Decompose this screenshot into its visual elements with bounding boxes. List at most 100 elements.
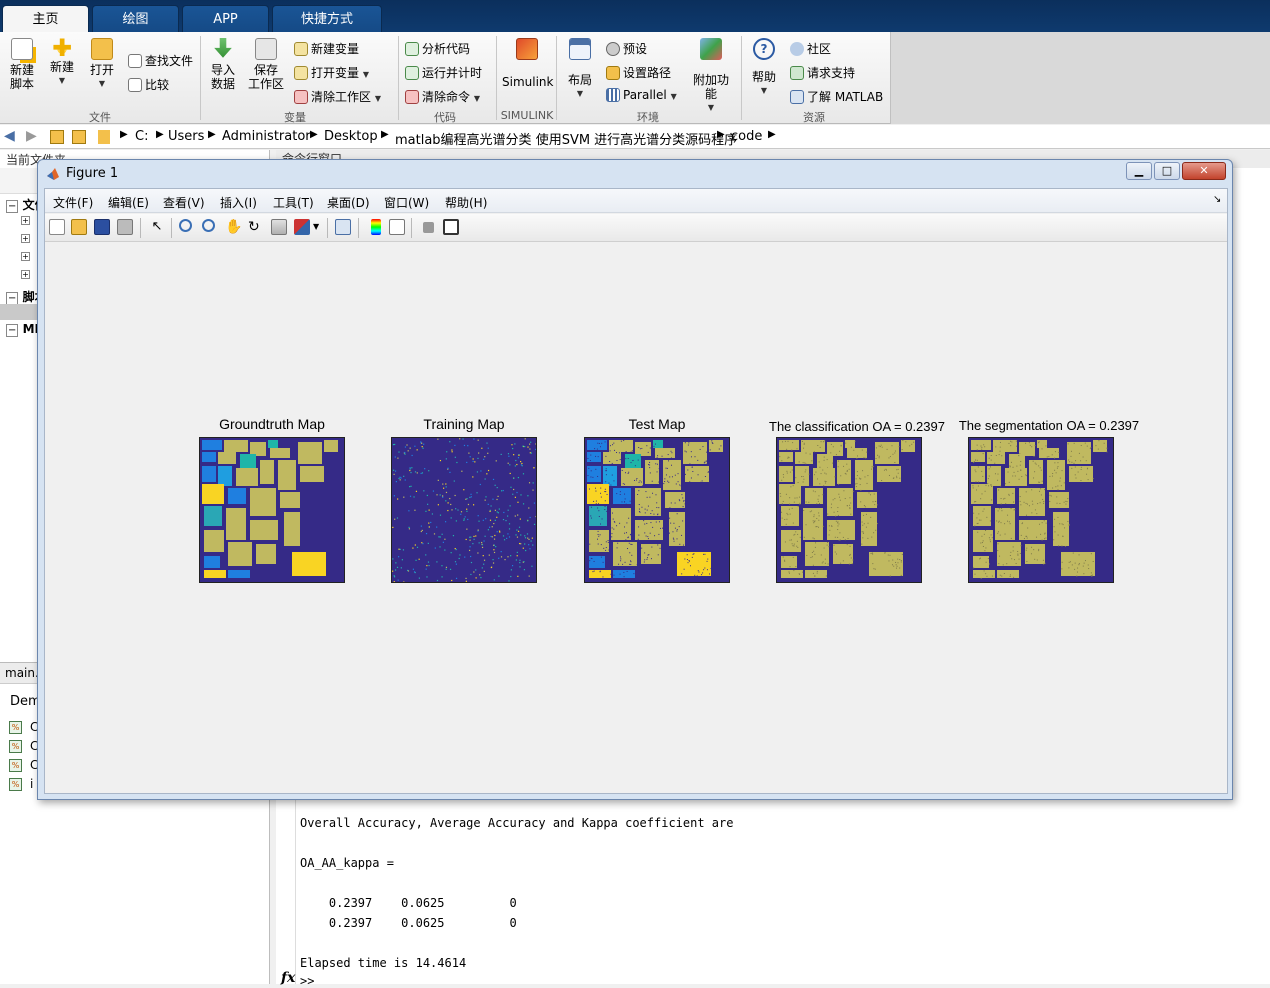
training-map[interactable] xyxy=(391,437,537,583)
brush-dropdown-icon[interactable]: ▼ xyxy=(313,219,321,235)
menu-file[interactable]: 文件(F) xyxy=(53,194,93,211)
add-ons-label: 附加功能 xyxy=(692,73,729,101)
test-map[interactable] xyxy=(584,437,730,583)
save-icon[interactable] xyxy=(94,219,110,235)
figure-toolbar: ↖ ✋ ↻ ▼ xyxy=(45,214,1227,242)
tab-apps[interactable]: APP xyxy=(182,5,269,32)
plot-title-segmentation: The segmentation OA = 0.2397 xyxy=(958,418,1140,433)
details-tab[interactable]: main. xyxy=(5,666,39,680)
rotate-3d-icon[interactable]: ↻ xyxy=(248,219,264,235)
breadcrumb-separator-icon: ▶ xyxy=(120,129,128,140)
command-prompt[interactable]: >> xyxy=(300,974,314,988)
save-workspace-label: 保存 工作区 xyxy=(247,63,284,91)
back-arrow-icon[interactable]: ◀ xyxy=(4,128,15,144)
expand-icon[interactable]: + xyxy=(21,216,30,225)
show-plot-tools-icon[interactable] xyxy=(443,219,459,235)
dock-icon[interactable]: ↘ xyxy=(1213,194,1221,205)
menu-insert[interactable]: 插入(I) xyxy=(220,194,257,211)
minimize-button[interactable]: ▁ xyxy=(1126,162,1152,180)
breadcrumb-drive[interactable]: C: xyxy=(135,129,148,144)
run-and-time-button[interactable]: 运行并计时 xyxy=(405,64,482,81)
clear-commands-button[interactable]: 清除命令 ▼ xyxy=(405,88,480,105)
legend-icon[interactable] xyxy=(389,219,405,235)
menu-tools[interactable]: 工具(T) xyxy=(273,194,314,211)
zoom-out-icon[interactable] xyxy=(202,219,215,232)
forward-arrow-icon[interactable]: ▶ xyxy=(26,128,37,144)
compare-button[interactable]: 比较 xyxy=(128,76,169,93)
breadcrumb-administrator[interactable]: Administrator xyxy=(222,129,311,144)
pan-hand-icon[interactable]: ✋ xyxy=(225,219,242,235)
expand-icon[interactable]: + xyxy=(21,270,30,279)
maximize-button[interactable]: □ xyxy=(1154,162,1180,180)
new-figure-icon[interactable] xyxy=(49,219,65,235)
groundtruth-map[interactable] xyxy=(199,437,345,583)
link-plot-icon[interactable] xyxy=(335,219,351,235)
clear-workspace-button[interactable]: 清除工作区 ▼ xyxy=(294,88,381,105)
close-button[interactable]: ✕ xyxy=(1182,162,1226,180)
file-item[interactable]: i xyxy=(30,777,33,791)
set-path-button[interactable]: 设置路径 xyxy=(606,64,671,81)
learn-matlab-button[interactable]: 了解 MATLAB xyxy=(790,88,883,105)
help-button[interactable]: ? 帮助 ▼ xyxy=(748,38,780,98)
community-icon xyxy=(790,42,804,56)
new-variable-icon xyxy=(294,42,308,56)
run-and-time-icon xyxy=(405,66,419,80)
new-script-button[interactable]: 新建 脚本 xyxy=(6,38,38,91)
hide-plot-tools-icon[interactable] xyxy=(423,222,434,233)
save-workspace-button[interactable]: 保存 工作区 xyxy=(246,38,286,91)
find-files-button[interactable]: 查找文件 xyxy=(128,52,193,69)
open-button[interactable]: 打开 ▼ xyxy=(86,38,118,91)
open-file-icon[interactable] xyxy=(71,219,87,235)
parallel-icon xyxy=(606,88,620,102)
open-variable-icon xyxy=(294,66,308,80)
up-folder-icon[interactable] xyxy=(50,130,64,144)
request-support-button[interactable]: 请求支持 xyxy=(790,64,855,81)
help-label: 帮助 xyxy=(751,70,776,84)
menu-view[interactable]: 查看(V) xyxy=(163,194,205,211)
breadcrumb-desktop[interactable]: Desktop xyxy=(324,129,378,144)
parallel-button[interactable]: Parallel ▼ xyxy=(606,88,677,102)
breadcrumb-project[interactable]: matlab编程高光谱分类 使用SVM 进行高光谱分类源码程序 xyxy=(395,129,737,148)
simulink-label: Simulink xyxy=(502,75,554,89)
segmentation-map[interactable] xyxy=(968,437,1114,583)
expand-icon[interactable]: + xyxy=(21,234,30,243)
breadcrumb-separator-icon: ▶ xyxy=(768,129,776,140)
menu-help[interactable]: 帮助(H) xyxy=(445,194,487,211)
tab-plots[interactable]: 绘图 xyxy=(92,5,179,32)
menu-window[interactable]: 窗口(W) xyxy=(384,194,429,211)
pointer-icon[interactable]: ↖ xyxy=(149,219,165,235)
find-files-icon xyxy=(128,54,142,68)
new-variable-button[interactable]: 新建变量 xyxy=(294,40,359,57)
divider xyxy=(556,36,557,120)
layout-button[interactable]: 布局 ▼ xyxy=(562,38,598,101)
zoom-in-icon[interactable] xyxy=(179,219,192,232)
add-ons-button[interactable]: 附加功能 ▼ xyxy=(688,38,734,115)
preferences-button[interactable]: 预设 xyxy=(606,40,647,57)
tab-home[interactable]: 主页 xyxy=(2,5,89,33)
breadcrumb-users[interactable]: Users xyxy=(168,129,204,144)
open-variable-button[interactable]: 打开变量 ▼ xyxy=(294,64,369,81)
breadcrumb-code[interactable]: code xyxy=(731,129,762,144)
community-button[interactable]: 社区 xyxy=(790,40,831,57)
divider xyxy=(411,218,412,238)
new-button[interactable]: ✚ 新建 ▼ xyxy=(46,36,78,88)
menu-edit[interactable]: 编辑(E) xyxy=(108,194,149,211)
tab-shortcuts[interactable]: 快捷方式 xyxy=(272,5,382,32)
brush-icon[interactable] xyxy=(294,219,310,235)
import-data-button[interactable]: 导入 数据 xyxy=(206,38,240,91)
figure-window: Figure 1 ▁ □ ✕ 文件(F) 编辑(E) 查看(V) 插入(I) 工… xyxy=(37,159,1233,800)
print-icon[interactable] xyxy=(117,219,133,235)
simulink-button[interactable]: Simulink xyxy=(502,38,554,89)
classification-map[interactable] xyxy=(776,437,922,583)
expand-icon[interactable]: + xyxy=(21,252,30,261)
divider xyxy=(741,36,742,120)
find-files-label: 查找文件 xyxy=(145,54,194,68)
output-line: Overall Accuracy, Average Accuracy and K… xyxy=(300,816,734,830)
analyze-code-button[interactable]: 分析代码 xyxy=(405,40,470,57)
menu-desktop[interactable]: 桌面(D) xyxy=(327,194,370,211)
save-workspace-icon xyxy=(255,38,277,60)
data-cursor-icon[interactable] xyxy=(271,219,287,235)
colorbar-icon[interactable] xyxy=(371,219,381,235)
matlab-logo-icon xyxy=(47,168,59,180)
browse-folder-icon[interactable] xyxy=(72,130,86,144)
